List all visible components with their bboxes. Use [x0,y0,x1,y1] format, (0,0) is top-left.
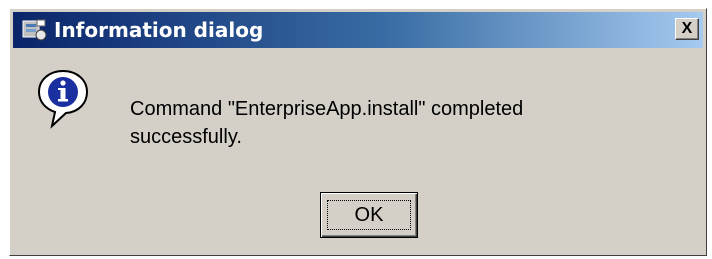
ok-button-label: OK [327,200,411,230]
message-line-1: Command "EnterpriseApp.install" complete… [130,98,524,120]
info-icon [36,68,90,130]
close-button[interactable]: X [675,18,699,40]
information-dialog: Information dialog X Command "Enterprise… [9,8,707,256]
dialog-message: Command "EnterpriseApp.install" complete… [130,95,690,151]
window-title: Information dialog [54,18,264,42]
message-line-2: successfully. [130,126,242,148]
app-icon [20,17,48,43]
ok-button[interactable]: OK [320,192,418,238]
title-bar[interactable]: Information dialog X [13,12,703,48]
